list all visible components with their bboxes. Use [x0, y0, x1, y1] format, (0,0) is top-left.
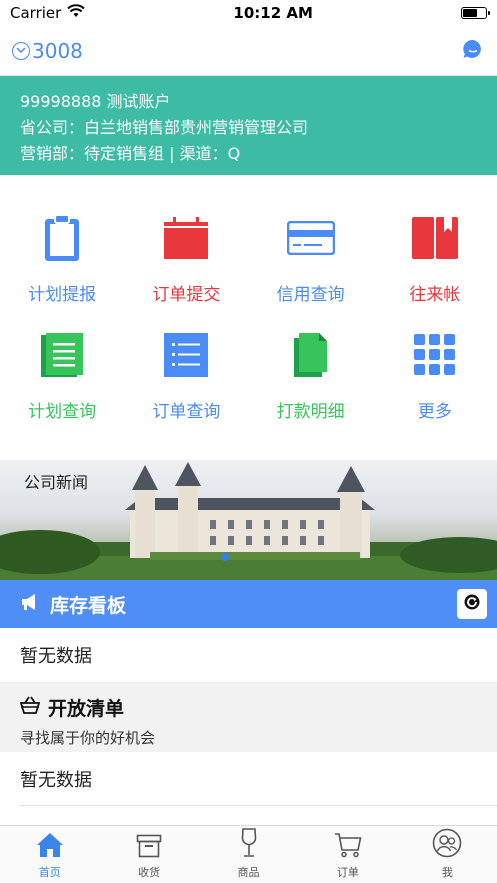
refresh-button[interactable] [457, 589, 487, 619]
inventory-board-header: 库存看板 [0, 580, 497, 628]
status-left: Carrier [10, 4, 86, 22]
tab-label-products: 商品 [237, 866, 260, 879]
grid-label-more: 更多 [417, 402, 452, 422]
carrier-label: Carrier [10, 4, 62, 22]
province-company-line: 省公司：白兰地销售部贵州营销管理公司 [20, 118, 309, 137]
grid-item-credit-query[interactable]: 信用查询 [249, 212, 373, 305]
function-grid: 计划提报 订单提交 信用查询 往来帐 计划查询 订单查询 打款明细 更多 [0, 212, 497, 422]
carousel-indicator[interactable] [221, 553, 229, 561]
grid-item-order-submit[interactable]: 订单提交 [124, 212, 248, 305]
wifi-icon [67, 4, 86, 22]
status-bar: Carrier 10:12 AM [0, 0, 497, 26]
open-list-empty-text: 暂无数据 [0, 752, 497, 806]
tab-me[interactable]: 我 [398, 826, 497, 883]
document-icon [36, 329, 88, 381]
user-icon [432, 828, 462, 864]
open-list-header: 开放清单 寻找属于你的好机会 [0, 682, 497, 752]
files-icon [285, 329, 337, 381]
credit-card-icon [285, 212, 337, 264]
marketing-dept-line: 营销部：待定销售组 | 渠道：Q [20, 144, 241, 163]
grid-item-plan-query[interactable]: 计划查询 [0, 329, 124, 422]
account-id-line: 99998888 测试账户 [20, 92, 171, 111]
company-news-banner[interactable]: 公司新闻 [0, 460, 497, 580]
tab-label-me: 我 [441, 866, 453, 879]
news-section-title: 公司新闻 [24, 473, 89, 492]
nav-bar: 3008 [0, 26, 497, 76]
tab-orders[interactable]: 订单 [298, 826, 397, 883]
account-info-panel: 99998888 测试账户 省公司：白兰地销售部贵州营销管理公司 营销部：待定销… [0, 76, 497, 175]
grid-label-plan-submit: 计划提报 [28, 285, 97, 305]
grid-label-order-submit: 订单提交 [152, 285, 221, 305]
inventory-title-text: 库存看板 [50, 594, 127, 617]
open-list-title: 开放清单 [19, 694, 477, 721]
chat-icon[interactable] [461, 37, 485, 65]
bottom-tab-bar: 首页 收货 商品 订单 我 [0, 825, 497, 883]
megaphone-icon [20, 592, 40, 617]
list-icon [160, 329, 212, 381]
clock: 10:12 AM [233, 4, 313, 22]
clipboard-icon [36, 212, 88, 264]
grid-item-order-query[interactable]: 订单查询 [124, 329, 248, 422]
grid-item-more[interactable]: 更多 [373, 329, 497, 422]
wine-glass-icon [240, 828, 258, 864]
tab-label-orders: 订单 [336, 866, 359, 879]
grid-label-order-query: 订单查询 [152, 402, 221, 422]
tab-label-receive: 收货 [138, 866, 161, 879]
grid-label-payment-detail: 打款明细 [276, 402, 345, 422]
chevron-down-icon [12, 41, 30, 60]
home-icon [36, 832, 64, 864]
tab-home[interactable]: 首页 [0, 826, 99, 883]
tab-label-home: 首页 [38, 866, 61, 879]
grid-icon [409, 329, 461, 381]
grid-item-plan-submit[interactable]: 计划提报 [0, 212, 124, 305]
account-code: 3008 [32, 38, 83, 63]
battery-icon [460, 7, 490, 19]
grid-label-ledger: 往来帐 [409, 285, 461, 305]
grid-item-ledger[interactable]: 往来帐 [373, 212, 497, 305]
open-list-title-text: 开放清单 [48, 698, 125, 720]
refresh-icon [463, 593, 481, 615]
divider [20, 805, 497, 806]
cart-icon [334, 832, 362, 864]
grid-item-payment-detail[interactable]: 打款明细 [249, 329, 373, 422]
calendar-icon [160, 212, 212, 264]
grid-label-plan-query: 计划查询 [28, 402, 97, 422]
grid-label-credit-query: 信用查询 [276, 285, 345, 305]
inventory-title: 库存看板 [20, 591, 126, 618]
open-list-subtitle: 寻找属于你的好机会 [20, 729, 156, 747]
account-switch-button[interactable]: 3008 [12, 39, 83, 63]
inventory-empty-text: 暂无数据 [0, 628, 497, 682]
basket-icon [19, 696, 41, 719]
box-icon [136, 834, 162, 864]
book-icon [409, 212, 461, 264]
tab-receive[interactable]: 收货 [99, 826, 198, 883]
tab-products[interactable]: 商品 [199, 826, 298, 883]
